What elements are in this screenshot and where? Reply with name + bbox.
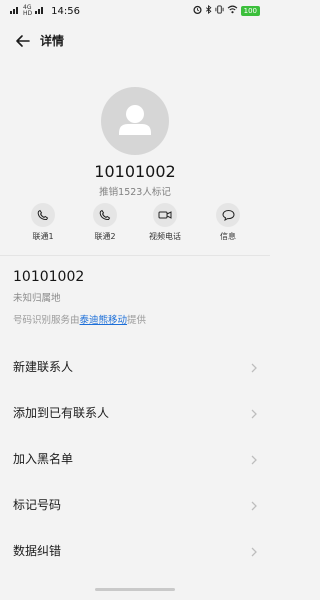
message-icon <box>216 203 240 227</box>
phone-icon <box>31 203 55 227</box>
video-camera-icon <box>153 203 177 227</box>
person-icon <box>119 105 151 135</box>
provider-note: 号码识别服务由泰迪熊移动提供 <box>13 312 146 326</box>
video-call-button[interactable]: 视频电话 <box>140 203 190 242</box>
network-label: 4G HD <box>23 5 32 17</box>
status-bar: 4G HD 14:56 100 <box>0 0 270 22</box>
menu-item-label: 加入黑名单 <box>13 452 74 466</box>
contact-number: 10101002 <box>94 162 176 181</box>
vibrate-icon <box>215 5 224 17</box>
provider-prefix: 号码识别服务由 <box>13 315 80 326</box>
status-left: 4G HD 14:56 <box>10 5 80 17</box>
menu-item-data-correction[interactable]: 数据纠错 <box>0 531 270 567</box>
chevron-right-icon <box>250 405 258 419</box>
divider <box>0 255 270 256</box>
action-row: 联通1 联通2 视频电话 信息 <box>0 203 270 245</box>
provider-link[interactable]: 泰迪熊移动 <box>80 315 128 326</box>
avatar <box>101 87 169 155</box>
chevron-right-icon <box>250 359 258 373</box>
call-sim2-label: 联通2 <box>94 232 116 241</box>
menu-item-label: 标记号码 <box>13 498 62 512</box>
message-button[interactable]: 信息 <box>203 203 253 242</box>
number-detail[interactable]: 10101002 <box>13 269 84 285</box>
wifi-icon <box>227 5 238 17</box>
menu-item-add-existing[interactable]: 添加到已有联系人 <box>0 393 270 429</box>
alarm-icon <box>193 5 202 17</box>
signal-icon <box>10 5 20 17</box>
menu-item-new-contact[interactable]: 新建联系人 <box>0 347 270 383</box>
call-sim1-button[interactable]: 联通1 <box>18 203 68 242</box>
menu-item-blacklist[interactable]: 加入黑名单 <box>0 439 270 475</box>
top-bar: 详情 <box>0 26 270 56</box>
menu-item-label: 新建联系人 <box>13 360 74 374</box>
action-menu: 新建联系人 添加到已有联系人 加入黑名单 标记号码 数据纠错 <box>0 347 270 577</box>
page-title: 详情 <box>40 34 65 48</box>
battery-icon: 100 <box>240 6 260 16</box>
chevron-right-icon <box>250 497 258 511</box>
chevron-right-icon <box>250 451 258 465</box>
chevron-right-icon <box>250 543 258 557</box>
phone-icon <box>93 203 117 227</box>
menu-item-label: 添加到已有联系人 <box>13 406 110 420</box>
menu-item-label: 数据纠错 <box>13 544 62 558</box>
bluetooth-icon <box>205 4 212 17</box>
location-text: 未知归属地 <box>13 293 61 304</box>
call-sim2-button[interactable]: 联通2 <box>80 203 130 242</box>
message-label: 信息 <box>220 232 236 241</box>
arrow-left-icon[interactable] <box>14 32 32 50</box>
provider-suffix: 提供 <box>127 315 147 326</box>
status-time: 14:56 <box>51 5 80 17</box>
network-bottom: HD <box>23 10 33 17</box>
menu-item-mark-number[interactable]: 标记号码 <box>0 485 270 521</box>
home-indicator[interactable] <box>95 588 175 591</box>
signal-icon-2 <box>35 5 45 17</box>
call-sim1-label: 联通1 <box>32 232 54 241</box>
status-right: 100 <box>193 4 260 17</box>
mark-info: 推销1523人标记 <box>99 187 171 198</box>
video-call-label: 视频电话 <box>149 232 181 241</box>
